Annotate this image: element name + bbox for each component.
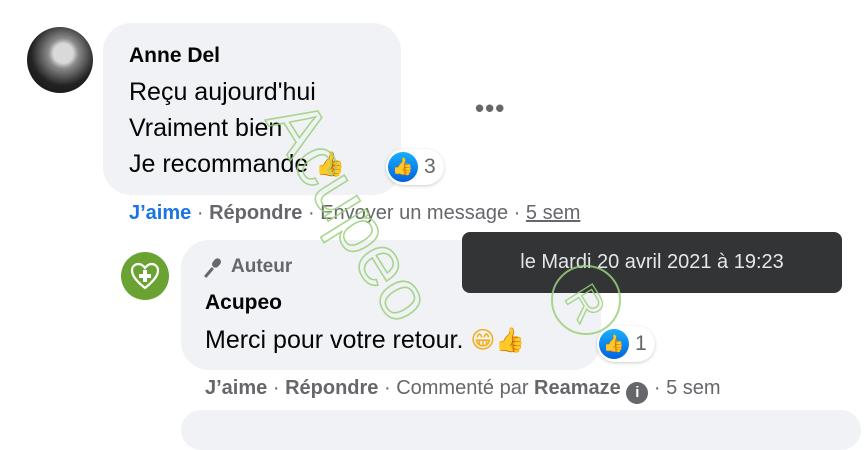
reply-actions: J’aime · Répondre · Commenté par Reamaze… [205,377,721,404]
timestamp-link[interactable]: 5 sem [526,202,580,224]
reply-button[interactable]: Répondre [209,202,302,224]
reaction-summary[interactable]: 👍 3 [386,149,444,185]
next-comment-bubble [181,410,861,450]
reply-reaction-count: 1 [635,332,647,355]
comment-line-3-text: Je recommande [129,150,309,178]
reply-timestamp[interactable]: 5 sem [666,377,720,399]
reply-author[interactable]: Acupeo [205,291,282,315]
comment-line-2: Vraiment bien [129,114,283,142]
timestamp-tooltip: le Mardi 20 avril 2021 à 19:23 [462,232,842,293]
like-reaction-icon: 👍 [599,329,629,359]
comment-author[interactable]: Anne Del [129,44,220,68]
reply-text-body: Merci pour votre retour. [205,326,464,354]
microphone-icon [204,258,221,278]
reply-button[interactable]: Répondre [285,377,378,399]
separator: · [653,377,661,399]
reply-emojis: 😁👍 [470,326,526,354]
comment-line-3: Je recommande 👍 [129,146,345,182]
info-icon[interactable]: i [626,382,649,404]
comment-text: Reçu aujourd'hui Vraiment bien Je recomm… [129,74,345,182]
reply-reaction-summary[interactable]: 👍 1 [597,326,655,362]
like-button[interactable]: J’aime [205,377,267,399]
separator: · [272,377,280,399]
author-badge-label: Auteur [231,256,293,277]
like-reaction-icon: 👍 [388,152,418,182]
reaction-count: 3 [424,155,436,178]
send-message-link[interactable]: Envoyer un message [320,202,508,224]
separator: · [196,202,204,224]
avatar-acupeo[interactable] [121,252,169,300]
separator: · [383,377,391,399]
comment-line-1: Reçu aujourd'hui [129,78,316,106]
heart-cross-logo-icon [130,262,160,290]
comment-actions: J’aime · Répondre · Envoyer un message ·… [129,202,580,225]
more-options-icon[interactable]: ••• [475,95,505,121]
avatar-anne-del[interactable] [27,27,93,93]
reply-text: Merci pour votre retour. 😁👍 [205,322,525,358]
commented-by-label: Commenté par [396,377,529,399]
like-button[interactable]: J’aime [129,202,191,224]
comment-bubble: Anne Del Reçu aujourd'hui Vraiment bien … [103,23,401,195]
separator: · [513,202,521,224]
separator: · [307,202,315,224]
thumbs-up-emoji: 👍 [315,150,346,178]
app-name-link[interactable]: Reamaze [534,377,621,399]
author-badge: Auteur [203,256,292,278]
